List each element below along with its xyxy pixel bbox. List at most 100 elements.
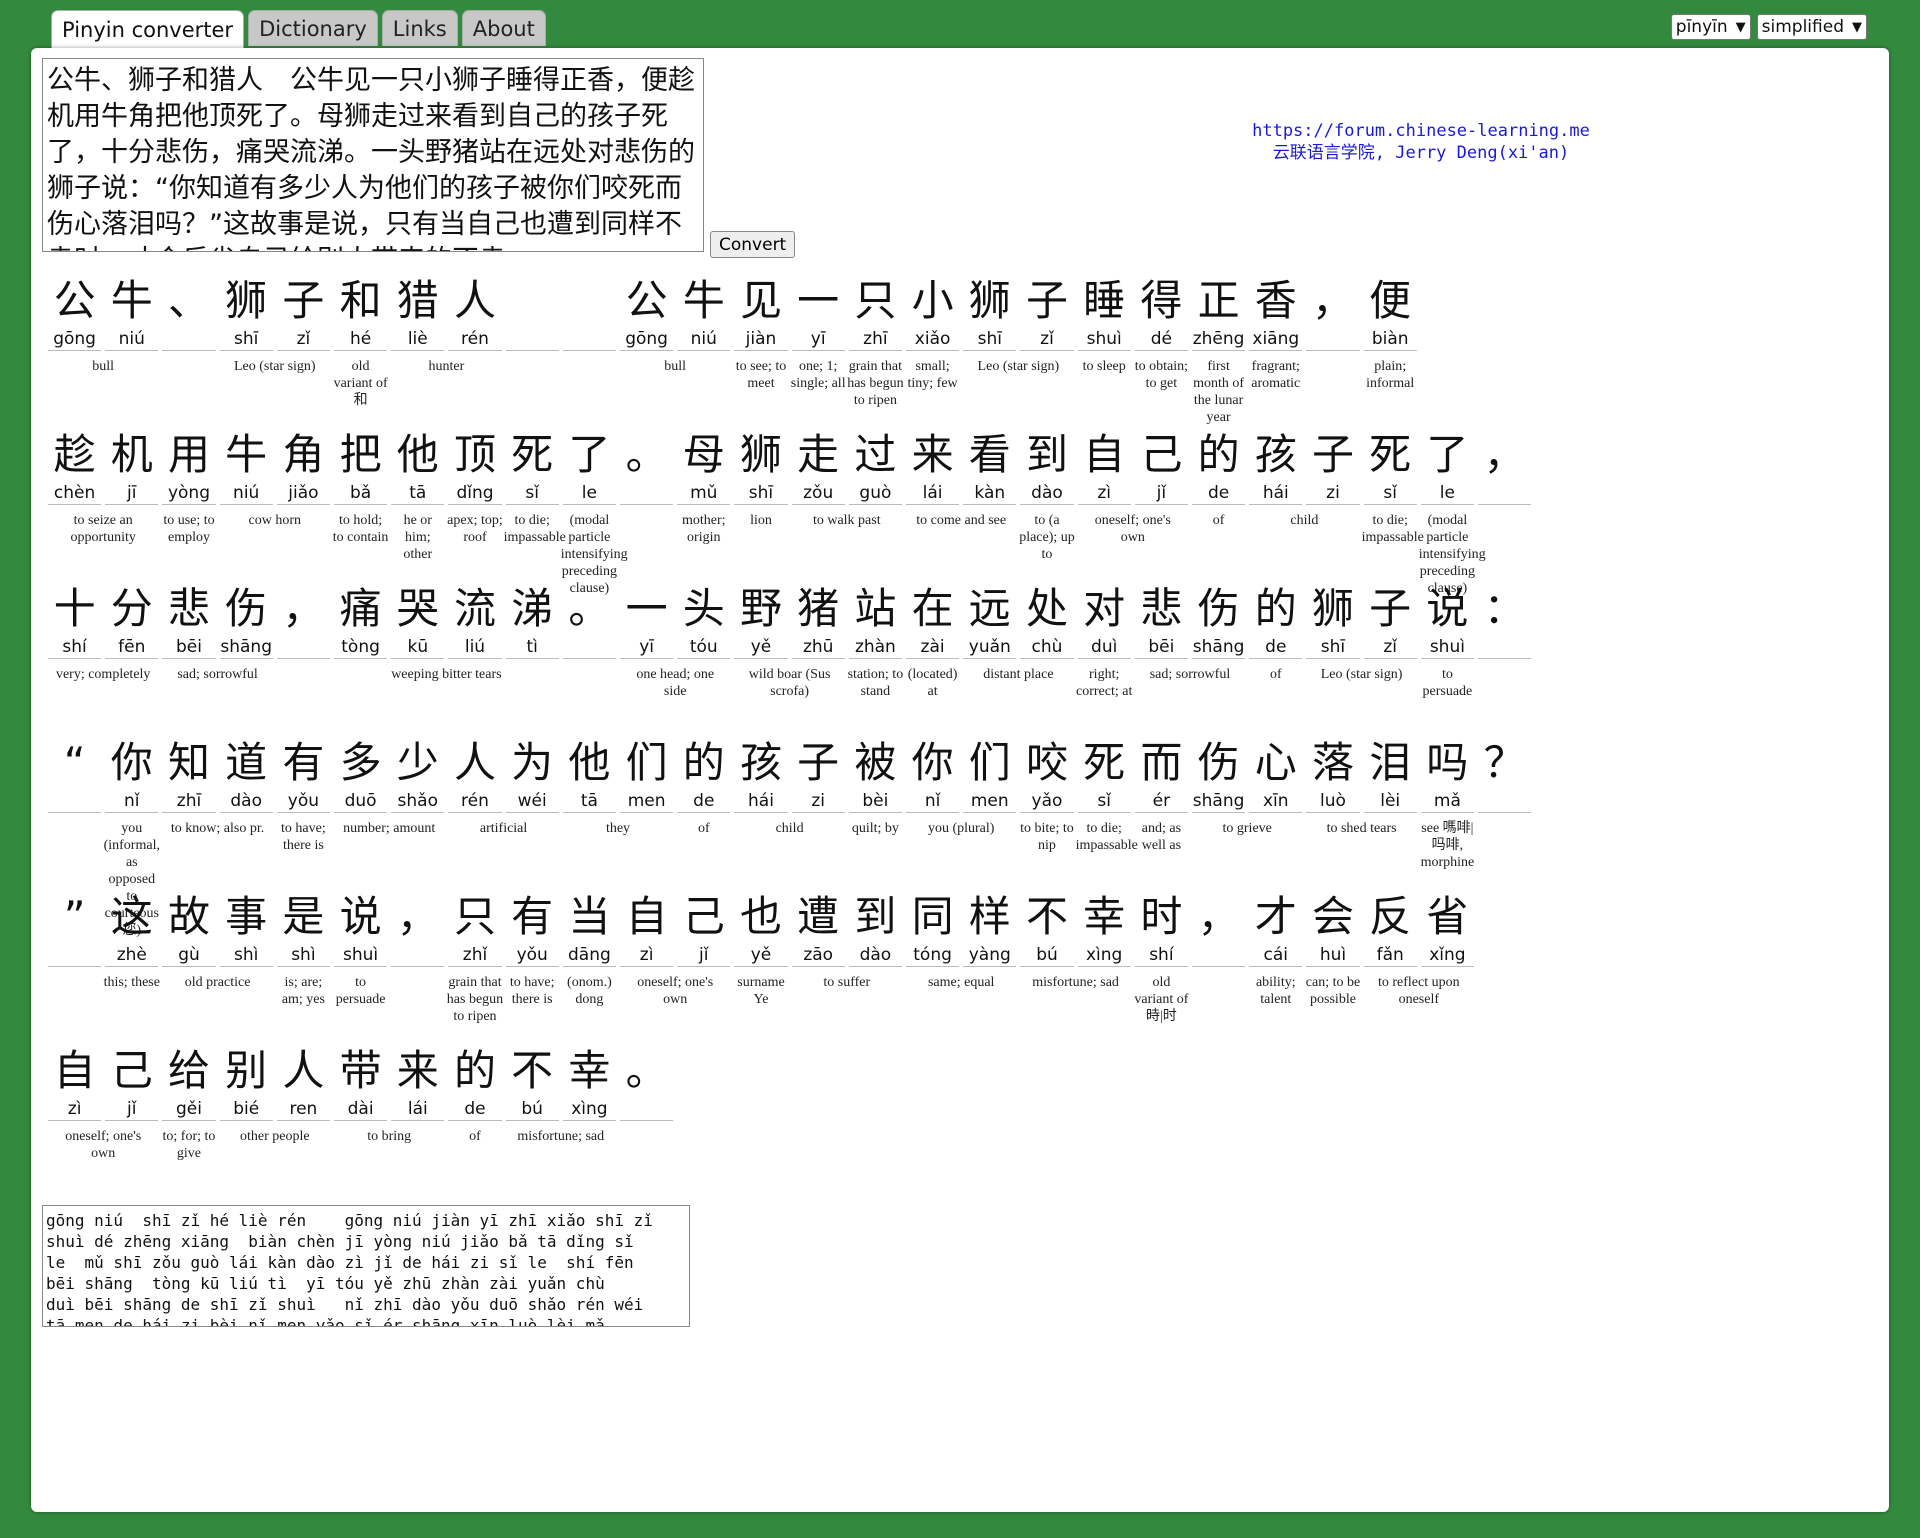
- character-cell[interactable]: ：: [1476, 582, 1533, 702]
- character-cell[interactable]: 流 liú: [446, 582, 503, 702]
- character-cell[interactable]: 人 ren: [275, 1044, 332, 1164]
- pinyin-output-textarea[interactable]: gōng niú shī zǐ hé liè rén gōng niú jiàn…: [42, 1205, 690, 1327]
- character-cell[interactable]: 不 bú: [1018, 890, 1075, 1010]
- character-cell[interactable]: 狮 shī: [1304, 582, 1361, 702]
- character-cell[interactable]: 你 nǐ: [904, 736, 961, 856]
- character-cell[interactable]: ，: [1304, 274, 1361, 394]
- character-cell[interactable]: 的 de: [675, 736, 732, 856]
- convert-button[interactable]: Convert: [710, 231, 796, 258]
- character-cell[interactable]: 走 zǒu: [790, 428, 847, 548]
- character-cell[interactable]: 子 zi: [1304, 428, 1361, 548]
- character-cell[interactable]: 幸 xìng: [1076, 890, 1133, 1010]
- character-cell[interactable]: 涕 tì: [504, 582, 561, 702]
- character-cell[interactable]: 。: [618, 428, 675, 548]
- character-cell[interactable]: 、: [160, 274, 217, 394]
- character-cell[interactable]: 十 shí: [46, 582, 103, 702]
- character-cell[interactable]: 牛 niú: [103, 274, 160, 394]
- character-cell[interactable]: 多 duō: [332, 736, 389, 856]
- character-cell[interactable]: 故 gù: [160, 890, 217, 1010]
- tone-select[interactable]: pīnyīn ▼: [1670, 14, 1751, 40]
- character-cell[interactable]: 样 yàng: [961, 890, 1018, 1010]
- character-cell[interactable]: 道 dào: [218, 736, 275, 856]
- character-cell[interactable]: 遭 zāo: [790, 890, 847, 1010]
- character-cell[interactable]: 看 kàn: [961, 428, 1018, 548]
- tab-about[interactable]: About: [461, 10, 546, 46]
- character-cell[interactable]: [561, 274, 618, 394]
- character-cell[interactable]: ”: [46, 890, 103, 1010]
- character-cell[interactable]: 角 jiǎo: [275, 428, 332, 548]
- character-cell[interactable]: 狮 shī: [732, 428, 789, 548]
- character-cell[interactable]: 他 tā: [561, 736, 618, 856]
- character-cell[interactable]: 们 men: [961, 736, 1018, 856]
- gloss: right; correct; at: [1076, 667, 1133, 699]
- tab-pinyin-converter[interactable]: Pinyin converter: [51, 10, 245, 48]
- gloss: grain that has begun to ripen: [446, 975, 504, 1024]
- forum-link[interactable]: https://forum.chinese-learning.me: [1231, 120, 1611, 142]
- character-cell[interactable]: 子 zǐ: [1362, 582, 1419, 702]
- character-cell[interactable]: 知 zhī: [160, 736, 217, 856]
- character-cell[interactable]: ，: [1190, 890, 1247, 1010]
- character-cell[interactable]: 们 men: [618, 736, 675, 856]
- character-cell[interactable]: 悲 bēi: [1133, 582, 1190, 702]
- character-cell[interactable]: 幸 xìng: [561, 1044, 618, 1164]
- gloss: this; these: [103, 975, 160, 990]
- character-cell[interactable]: 来 lái: [904, 428, 961, 548]
- character-cell[interactable]: 伤 shāng: [1190, 582, 1247, 702]
- character-cell[interactable]: 悲 bēi: [160, 582, 217, 702]
- character-cell[interactable]: 同 tóng: [904, 890, 961, 1010]
- character-cell[interactable]: 少 shǎo: [389, 736, 446, 856]
- character-cell[interactable]: 孩 hái: [732, 736, 789, 856]
- character-cell[interactable]: 不 bú: [504, 1044, 561, 1164]
- tab-dictionary[interactable]: Dictionary: [248, 10, 378, 46]
- character-cell[interactable]: 别 bié: [218, 1044, 275, 1164]
- character-cell[interactable]: 子 zǐ: [275, 274, 332, 394]
- character-cell[interactable]: 带 dài: [332, 1044, 389, 1164]
- character-cell[interactable]: 过 guò: [847, 428, 904, 548]
- character-cell[interactable]: 的 de: [1190, 428, 1247, 548]
- character-cell[interactable]: ，: [275, 582, 332, 702]
- character-cell[interactable]: 心 xīn: [1247, 736, 1304, 856]
- character-cell[interactable]: 猎 liè: [389, 274, 446, 394]
- character-cell[interactable]: 睡 shuì: [1076, 274, 1133, 394]
- character-cell[interactable]: 子 zi: [790, 736, 847, 856]
- tab-links[interactable]: Links: [381, 10, 458, 46]
- character-cell[interactable]: 哭 kū: [389, 582, 446, 702]
- character-cell[interactable]: 处 chù: [1018, 582, 1075, 702]
- character-cell[interactable]: 为 wéi: [504, 736, 561, 856]
- character-cell[interactable]: 泪 lèi: [1362, 736, 1419, 856]
- character-cell[interactable]: “: [46, 736, 103, 856]
- character-cell[interactable]: 分 fēn: [103, 582, 160, 702]
- character-cell[interactable]: 的 de: [1247, 582, 1304, 702]
- character-cell[interactable]: 这 zhè: [103, 890, 160, 1010]
- character-cell[interactable]: 狮 shī: [961, 274, 1018, 394]
- character-cell[interactable]: 狮 shī: [218, 274, 275, 394]
- character-cell[interactable]: 人 rén: [446, 274, 503, 394]
- character-cell[interactable]: 事 shì: [218, 890, 275, 1010]
- character-cell[interactable]: ？: [1476, 736, 1533, 856]
- character-cell[interactable]: 的 de: [446, 1044, 503, 1164]
- character-cell[interactable]: 痛 tòng: [332, 582, 389, 702]
- character-cell[interactable]: 被 bèi: [847, 736, 904, 856]
- pinyin: shāng: [1192, 637, 1246, 659]
- character-cell[interactable]: 。: [561, 582, 618, 702]
- chinese-input-textarea[interactable]: 公牛、狮子和猎人 公牛见一只小狮子睡得正香，便趁机用牛角把他顶死了。母狮走过来看…: [42, 58, 704, 252]
- character-cell[interactable]: 到 dào: [847, 890, 904, 1010]
- character-cell[interactable]: [504, 274, 561, 394]
- character-cell[interactable]: ，: [389, 890, 446, 1010]
- character-cell[interactable]: 牛 niú: [675, 274, 732, 394]
- character-cell[interactable]: 公 gōng: [618, 274, 675, 394]
- character-cell[interactable]: 人 rén: [446, 736, 503, 856]
- character-cell[interactable]: 来 lái: [389, 1044, 446, 1164]
- pinyin: men: [963, 790, 1017, 813]
- character-cell[interactable]: 子 zǐ: [1018, 274, 1075, 394]
- character-cell[interactable]: 伤 shāng: [218, 582, 275, 702]
- character-cell[interactable]: 牛 niú: [218, 428, 275, 548]
- character-cell[interactable]: 。: [618, 1044, 675, 1164]
- character-cell[interactable]: 公 gōng: [46, 274, 103, 394]
- character-cell[interactable]: 落 luò: [1304, 736, 1361, 856]
- character-cell[interactable]: ，: [1476, 428, 1533, 548]
- character-cell[interactable]: 孩 hái: [1247, 428, 1304, 548]
- script-select[interactable]: simplified ▼: [1756, 14, 1867, 40]
- character-cell[interactable]: 远 yuǎn: [961, 582, 1018, 702]
- character-cell[interactable]: 伤 shāng: [1190, 736, 1247, 856]
